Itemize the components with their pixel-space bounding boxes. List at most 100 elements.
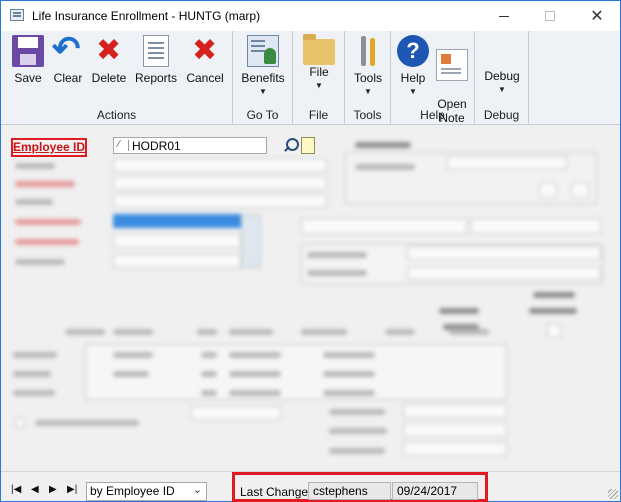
obscured-row-label [13, 371, 51, 377]
chevron-down-icon: ⌄ [192, 484, 202, 496]
debug-label: Debug [484, 69, 520, 83]
obscured-cell [201, 390, 217, 396]
folder-icon [303, 34, 335, 65]
obscured-label [15, 219, 81, 225]
chevron-down-icon: ▼ [409, 87, 417, 96]
obscured-checkbox [547, 324, 561, 338]
previous-record-button[interactable]: ◀ [31, 484, 39, 495]
title-bar: Life Insurance Enrollment - HUNTG (marp)… [1, 1, 620, 31]
cancel-button[interactable]: Cancel [183, 33, 227, 85]
maximize-button[interactable] [527, 1, 573, 31]
obscured-label [307, 252, 367, 258]
obscured-field [113, 254, 241, 268]
sort-by-select[interactable]: by Employee ID ⌄ [86, 482, 207, 501]
tools-group-label: Tools [353, 108, 382, 122]
first-record-button[interactable]: |◀ [11, 484, 21, 495]
reports-button[interactable]: Reports [133, 35, 179, 85]
last-change-date: 09/24/2017 [392, 482, 478, 500]
ribbon-toolbar: Save Clear Delete Reports Cancel Actions [1, 29, 620, 125]
note-page-icon[interactable] [301, 137, 315, 154]
help-question-icon: ? [397, 35, 429, 67]
employee-id-field[interactable]: ⁄ HODR01 [113, 137, 267, 154]
file-button[interactable]: File ▼ [299, 34, 339, 90]
obscured-label [329, 428, 387, 434]
obscured-field [113, 158, 327, 172]
obscured-cell [113, 352, 153, 358]
obscured-cell [113, 371, 149, 377]
obscured-label [529, 308, 577, 314]
enrollment-form: Employee ID ⁄ HODR01 [1, 126, 620, 468]
obscured-field [407, 246, 601, 260]
next-record-button[interactable]: ▶ [49, 484, 57, 495]
obscured-label [355, 164, 415, 170]
obscured-field [191, 406, 281, 420]
status-bar: |◀ ◀ ▶ ▶| by Employee ID ⌄ Last Change: … [1, 471, 620, 502]
obscured-field [403, 404, 507, 418]
tools-button[interactable]: Tools ▼ [349, 35, 387, 96]
obscured-row-label [13, 390, 55, 396]
obscured-field [471, 218, 601, 234]
delete-button[interactable]: Delete [89, 33, 129, 85]
help-label: Help [400, 71, 426, 85]
obscured-col-header [449, 329, 489, 335]
obscured-cell [323, 390, 375, 396]
obscured-label [15, 199, 53, 205]
obscured-cell [229, 371, 281, 377]
obscured-label [15, 259, 65, 265]
delete-x-icon [93, 33, 125, 68]
obscured-col-header [385, 329, 415, 335]
obscured-cell [201, 371, 217, 377]
obscured-label [15, 239, 79, 245]
cancel-label: Cancel [186, 71, 224, 85]
obscured-field [113, 176, 327, 190]
sort-by-value: by Employee ID [90, 484, 175, 498]
obscured-label [35, 420, 139, 426]
obscured-scroll [241, 214, 261, 268]
save-label: Save [14, 71, 42, 85]
open-note-button[interactable]: Open Note [433, 35, 471, 139]
ribbon-group-goto: Benefits ▼ Go To [233, 31, 293, 125]
employee-id-label[interactable]: Employee ID [13, 140, 85, 154]
close-button[interactable]: ✕ [574, 1, 620, 31]
save-button[interactable]: Save [9, 35, 47, 85]
employee-id-value: HODR01 [132, 139, 181, 153]
delete-label: Delete [91, 71, 127, 85]
debug-button[interactable]: Debug ▼ [479, 69, 525, 94]
last-change-user: cstephens [308, 482, 391, 500]
undo-arrow-icon [52, 29, 84, 69]
obscured-col-header [65, 329, 105, 335]
obscured-col-header [197, 329, 217, 335]
lookup-magnifier-icon[interactable] [282, 137, 299, 154]
minimize-icon [499, 15, 509, 17]
ribbon-group-debug: Debug ▼ Debug [475, 31, 529, 125]
minimize-button[interactable] [481, 1, 527, 31]
clear-button[interactable]: Clear [51, 29, 85, 85]
help-button[interactable]: ? Help ▼ [395, 35, 431, 96]
obscured-label [355, 142, 411, 148]
obscured-field [447, 156, 567, 170]
benefits-button[interactable]: Benefits ▼ [239, 35, 287, 96]
note-icon [436, 49, 468, 81]
chevron-down-icon: ▼ [364, 87, 372, 96]
obscured-selected-field [113, 214, 241, 228]
last-change-label: Last Change: [240, 485, 312, 499]
ribbon-group-actions: Save Clear Delete Reports Cancel Actions [1, 29, 233, 125]
resize-grip-icon[interactable] [608, 489, 618, 499]
maximize-icon [545, 11, 555, 21]
obscured-label [329, 409, 385, 415]
file-group-label: File [308, 108, 329, 122]
help-group-label: Help [420, 108, 445, 122]
actions-group-label: Actions [96, 108, 137, 122]
ribbon-group-help: ? Help ▼ Open Note Help [391, 31, 475, 125]
save-icon [12, 35, 44, 67]
chevron-down-icon: ▼ [315, 81, 323, 90]
obscured-field [403, 423, 507, 437]
benefits-icon [247, 35, 279, 67]
field-divider [128, 140, 129, 151]
obscured-cell [323, 352, 375, 358]
file-label: File [309, 65, 329, 79]
ribbon-group-file: File ▼ File [293, 31, 345, 125]
last-record-button[interactable]: ▶| [67, 484, 77, 495]
obscured-cell [229, 390, 281, 396]
obscured-checkbox [15, 418, 25, 428]
